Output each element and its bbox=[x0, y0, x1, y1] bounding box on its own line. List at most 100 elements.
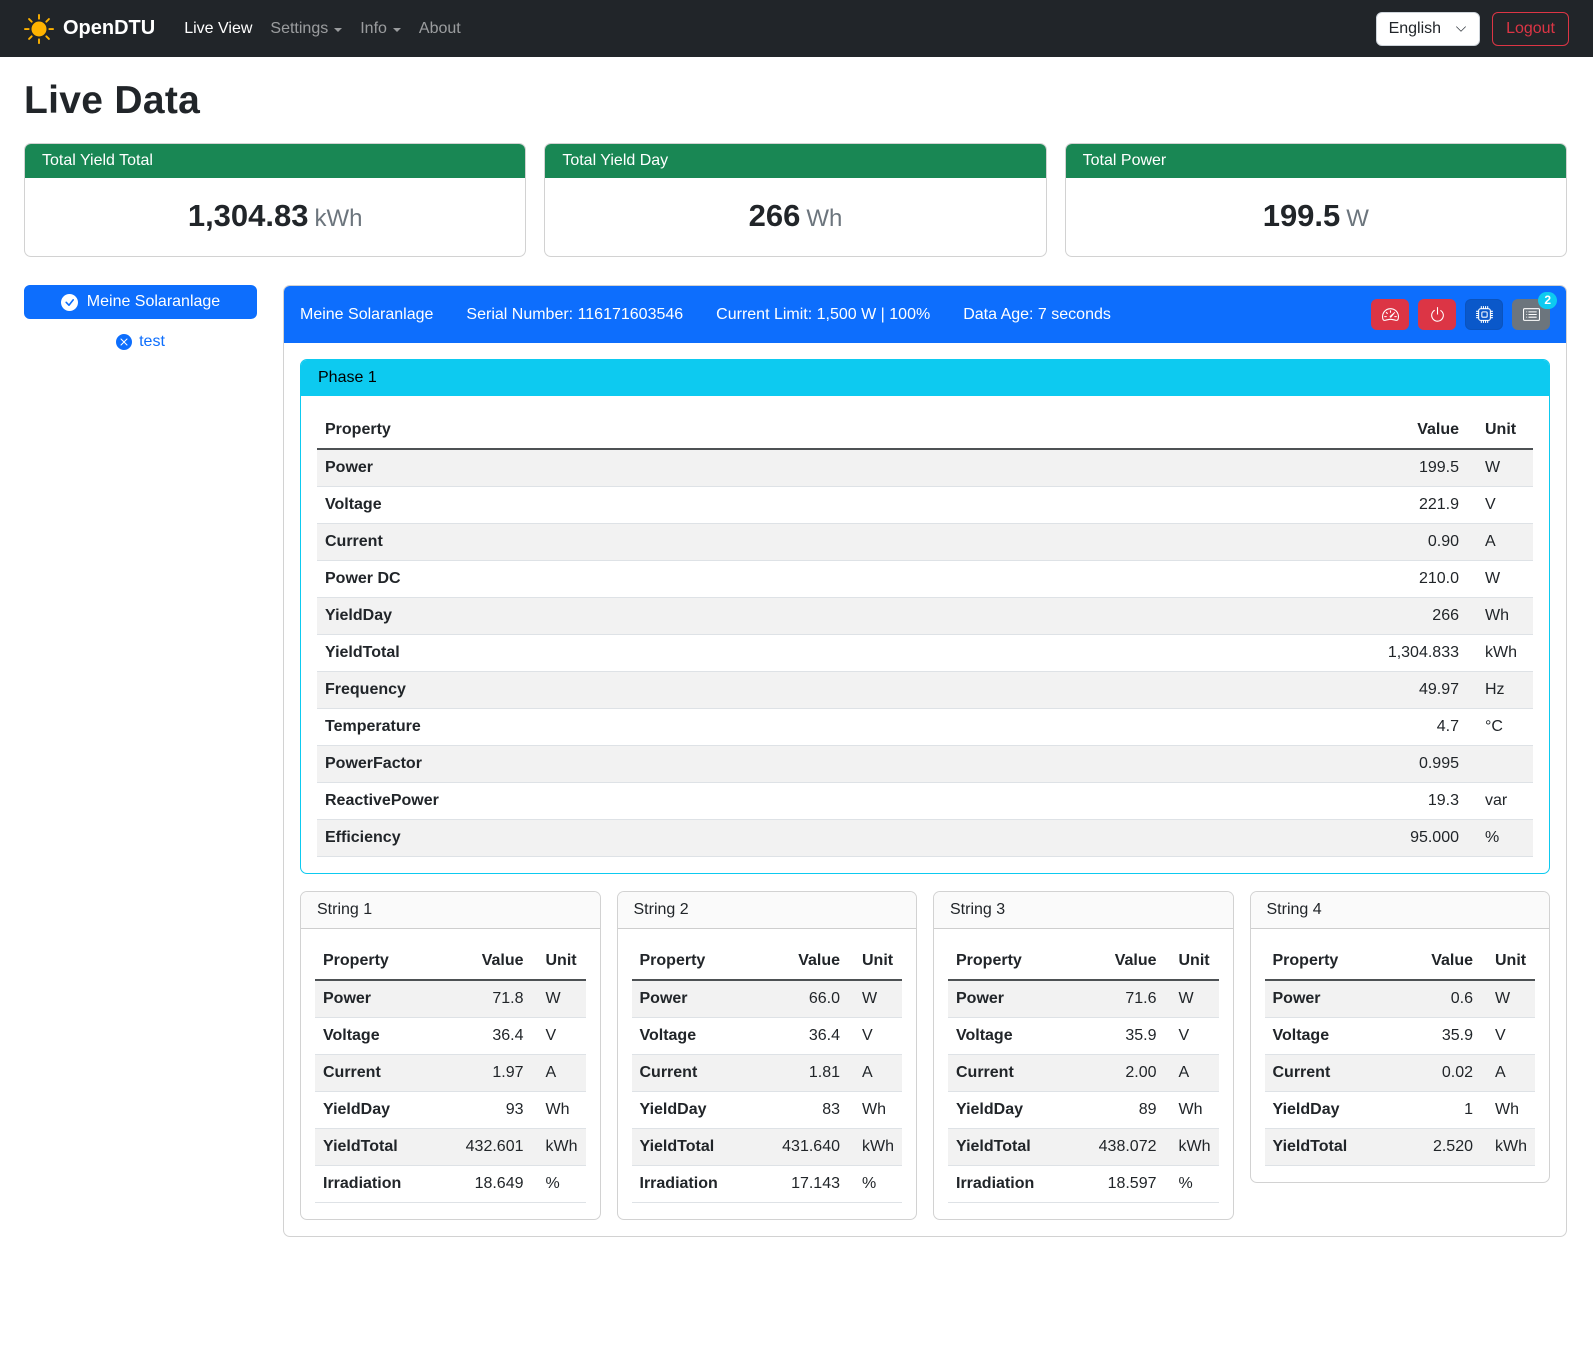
unit-cell: V bbox=[848, 1018, 902, 1055]
unit-cell: Wh bbox=[1467, 598, 1533, 635]
nav-item-about[interactable]: About bbox=[410, 12, 470, 46]
column-header-property: Property bbox=[632, 943, 775, 980]
string-1-card: String 1 Property Value Unit bbox=[300, 891, 601, 1220]
unit-cell bbox=[1467, 746, 1533, 783]
string-2-table: Property Value Unit Power bbox=[632, 943, 903, 1203]
unit-cell: W bbox=[1481, 980, 1535, 1018]
table-row: Power 66.0 W bbox=[632, 980, 903, 1018]
string-table-body: Power 0.6 W Voltage 35.9 V bbox=[1265, 980, 1536, 1166]
property-cell: Current bbox=[315, 1055, 458, 1092]
value-cell: 93 bbox=[458, 1092, 532, 1129]
property-cell: Efficiency bbox=[317, 820, 1005, 857]
property-cell: YieldTotal bbox=[317, 635, 1005, 672]
property-cell: YieldDay bbox=[317, 598, 1005, 635]
unit-cell: V bbox=[1467, 487, 1533, 524]
table-row: Power 71.6 W bbox=[948, 980, 1219, 1018]
summary-cards: Total Yield Total 1,304.83kWh Total Yiel… bbox=[24, 143, 1567, 257]
value-cell: 1 bbox=[1409, 1092, 1481, 1129]
string-3-card: String 3 Property Value Unit bbox=[933, 891, 1234, 1220]
column-header-property: Property bbox=[317, 412, 1005, 449]
language-select[interactable]: English bbox=[1376, 12, 1480, 46]
value-cell: 35.9 bbox=[1091, 1018, 1165, 1055]
property-cell: Current bbox=[632, 1055, 775, 1092]
nav-links: Live View Settings Info About bbox=[175, 12, 1375, 46]
table-row: YieldDay 1 Wh bbox=[1265, 1092, 1536, 1129]
table-row: Efficiency 95.000 % bbox=[317, 820, 1533, 857]
value-cell: 210.0 bbox=[1005, 561, 1467, 598]
nav-item-settings[interactable]: Settings bbox=[261, 12, 351, 46]
property-cell: Power bbox=[948, 980, 1091, 1018]
table-row: Voltage 36.4 V bbox=[315, 1018, 586, 1055]
inverter-serial: Serial Number: 116171603546 bbox=[466, 306, 683, 324]
unit-cell: kWh bbox=[1481, 1129, 1535, 1166]
property-cell: Current bbox=[317, 524, 1005, 561]
table-row: Current 0.02 A bbox=[1265, 1055, 1536, 1092]
sidebar-item-test[interactable]: test bbox=[24, 333, 257, 351]
caret-down-icon bbox=[393, 28, 401, 32]
table-row: Power DC 210.0 W bbox=[317, 561, 1533, 598]
total-yield-total-card: Total Yield Total 1,304.83kWh bbox=[24, 143, 526, 257]
table-row: YieldTotal 431.640 kWh bbox=[632, 1129, 903, 1166]
table-row: YieldDay 89 Wh bbox=[948, 1092, 1219, 1129]
page-title: Live Data bbox=[24, 79, 1567, 123]
brand-label: OpenDTU bbox=[63, 17, 155, 40]
property-cell: Voltage bbox=[948, 1018, 1091, 1055]
property-cell: Current bbox=[948, 1055, 1091, 1092]
inverter-select-button[interactable]: Meine Solaranlage bbox=[24, 285, 257, 319]
column-header-value: Value bbox=[1091, 943, 1165, 980]
value-cell: 1.97 bbox=[458, 1055, 532, 1092]
table-row: Power 199.5 W bbox=[317, 449, 1533, 487]
inverter-sidebar: Meine Solaranlage test bbox=[24, 285, 257, 351]
nav-item-live-view[interactable]: Live View bbox=[175, 12, 261, 46]
value-cell: 95.000 bbox=[1005, 820, 1467, 857]
property-cell: YieldDay bbox=[948, 1092, 1091, 1129]
unit-cell: Wh bbox=[1481, 1092, 1535, 1129]
card-value: 266 bbox=[749, 198, 801, 233]
language-value: English bbox=[1389, 20, 1441, 38]
table-row: Current 1.81 A bbox=[632, 1055, 903, 1092]
limit-settings-button[interactable] bbox=[1371, 299, 1409, 330]
column-header-value: Value bbox=[458, 943, 532, 980]
value-cell: 266 bbox=[1005, 598, 1467, 635]
unit-cell: Wh bbox=[1165, 1092, 1219, 1129]
power-button[interactable] bbox=[1418, 299, 1456, 330]
card-title: Total Yield Day bbox=[545, 144, 1045, 178]
string-2-card: String 2 Property Value Unit bbox=[617, 891, 918, 1220]
unit-cell: W bbox=[1467, 561, 1533, 598]
property-cell: Power DC bbox=[317, 561, 1005, 598]
device-info-button[interactable] bbox=[1465, 299, 1503, 330]
string-title: String 3 bbox=[934, 892, 1233, 929]
brand[interactable]: OpenDTU bbox=[24, 14, 155, 44]
table-row: Power 71.8 W bbox=[315, 980, 586, 1018]
value-cell: 19.3 bbox=[1005, 783, 1467, 820]
property-cell: YieldTotal bbox=[315, 1129, 458, 1166]
unit-cell: var bbox=[1467, 783, 1533, 820]
table-header-row: Property Value Unit bbox=[632, 943, 903, 980]
phase-title: Phase 1 bbox=[301, 360, 1549, 396]
table-header-row: Property Value Unit bbox=[317, 412, 1533, 449]
check-circle-icon bbox=[61, 294, 78, 311]
column-header-unit: Unit bbox=[848, 943, 902, 980]
table-row: Irradiation 18.597 % bbox=[948, 1166, 1219, 1203]
table-row: Power 0.6 W bbox=[1265, 980, 1536, 1018]
x-circle-icon[interactable] bbox=[116, 334, 132, 350]
table-row: Voltage 36.4 V bbox=[632, 1018, 903, 1055]
event-log-button[interactable]: 2 bbox=[1512, 299, 1550, 330]
unit-cell: V bbox=[1165, 1018, 1219, 1055]
nav-item-info[interactable]: Info bbox=[351, 12, 410, 46]
inverter-data-age: Data Age: 7 seconds bbox=[963, 306, 1111, 324]
column-header-unit: Unit bbox=[1481, 943, 1535, 980]
card-unit: W bbox=[1346, 205, 1369, 232]
unit-cell: W bbox=[1467, 449, 1533, 487]
string-table-body: Power 71.8 W Voltage 36.4 V bbox=[315, 980, 586, 1203]
string-table-body: Power 71.6 W Voltage 35.9 V bbox=[948, 980, 1219, 1203]
value-cell: 1,304.833 bbox=[1005, 635, 1467, 672]
value-cell: 36.4 bbox=[774, 1018, 848, 1055]
property-cell: Temperature bbox=[317, 709, 1005, 746]
logout-button[interactable]: Logout bbox=[1492, 12, 1569, 46]
table-row: Current 2.00 A bbox=[948, 1055, 1219, 1092]
inverter-name: Meine Solaranlage bbox=[300, 306, 433, 324]
property-cell: Power bbox=[1265, 980, 1410, 1018]
column-header-unit: Unit bbox=[1165, 943, 1219, 980]
property-cell: Power bbox=[317, 449, 1005, 487]
